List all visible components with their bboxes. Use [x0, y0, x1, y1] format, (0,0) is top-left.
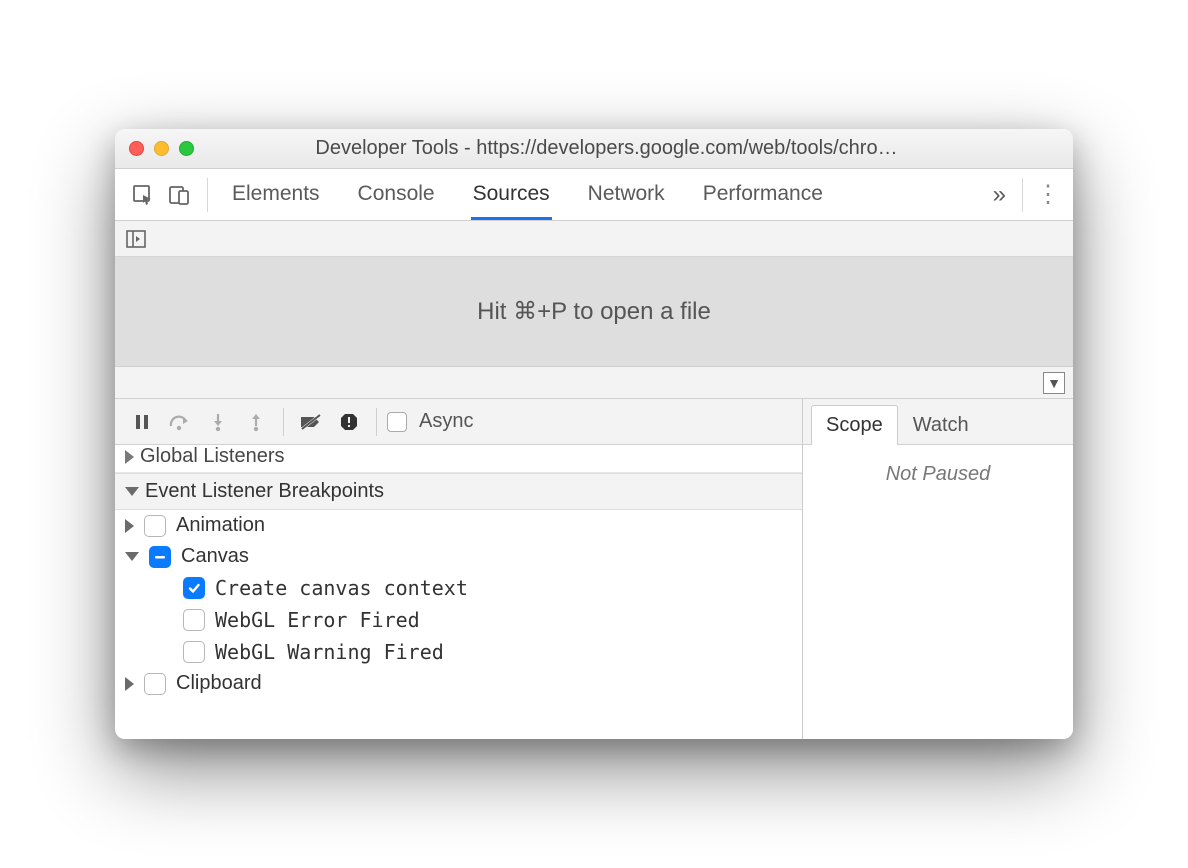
section-label: Event Listener Breakpoints: [145, 480, 384, 503]
tab-elements[interactable]: Elements: [230, 170, 322, 220]
disclosure-down-icon: [125, 552, 139, 561]
expand-drawer-icon[interactable]: ▼: [1043, 372, 1065, 394]
disclosure-right-icon: [125, 450, 134, 464]
right-tabs: Scope Watch: [803, 399, 1073, 445]
event-label: Create canvas context: [215, 576, 468, 600]
hint-text: Hit ⌘+P to open a file: [477, 297, 711, 326]
close-window-button[interactable]: [129, 141, 144, 156]
event-create-canvas-context[interactable]: Create canvas context: [143, 572, 802, 604]
separator: [283, 408, 284, 436]
category-animation[interactable]: Animation: [115, 510, 802, 541]
checkbox-checked[interactable]: [183, 577, 205, 599]
tab-scope[interactable]: Scope: [811, 405, 898, 445]
checkbox-indeterminate[interactable]: [149, 546, 171, 568]
tab-sources[interactable]: Sources: [471, 170, 552, 220]
disclosure-down-icon: [125, 487, 139, 496]
section-event-listener-breakpoints[interactable]: Event Listener Breakpoints: [115, 473, 802, 510]
category-label: Animation: [176, 514, 265, 537]
event-label: WebGL Warning Fired: [215, 640, 444, 664]
category-canvas[interactable]: Canvas: [115, 541, 802, 572]
canvas-children: Create canvas context WebGL Error Fired …: [115, 572, 802, 668]
section-label: Global Listeners: [140, 445, 285, 468]
window-title: Developer Tools - https://developers.goo…: [214, 137, 1059, 160]
minimize-window-button[interactable]: [154, 141, 169, 156]
open-file-hint: Hit ⌘+P to open a file: [115, 257, 1073, 367]
tab-network[interactable]: Network: [586, 170, 667, 220]
settings-menu-icon[interactable]: ⋮: [1033, 180, 1063, 209]
checkbox[interactable]: [144, 673, 166, 695]
zoom-window-button[interactable]: [179, 141, 194, 156]
separator: [376, 408, 377, 436]
category-label: Canvas: [181, 545, 249, 568]
category-label: Clipboard: [176, 672, 262, 695]
checkbox[interactable]: [183, 641, 205, 663]
tab-performance[interactable]: Performance: [701, 170, 825, 220]
show-navigator-icon[interactable]: [125, 228, 147, 250]
window-controls: [129, 141, 194, 156]
step-out-icon[interactable]: [239, 405, 273, 439]
step-over-icon[interactable]: [163, 405, 197, 439]
main-toolbar: Elements Console Sources Network Perform…: [115, 169, 1073, 221]
scope-body: Not Paused: [803, 445, 1073, 739]
debugger-right-pane: Scope Watch Not Paused: [803, 399, 1073, 739]
pause-on-exceptions-icon[interactable]: [332, 405, 366, 439]
async-checkbox[interactable]: [387, 412, 407, 432]
titlebar: Developer Tools - https://developers.goo…: [115, 129, 1073, 169]
event-label: WebGL Error Fired: [215, 608, 420, 632]
disclosure-right-icon: [125, 677, 134, 691]
deactivate-breakpoints-icon[interactable]: [294, 405, 328, 439]
breakpoints-tree: Global Listeners Event Listener Breakpoi…: [115, 445, 802, 739]
devtools-window: Developer Tools - https://developers.goo…: [115, 129, 1073, 739]
separator: [1022, 178, 1023, 212]
toggle-device-toolbar-icon[interactable]: [161, 177, 197, 213]
tab-watch[interactable]: Watch: [898, 405, 984, 445]
tab-console[interactable]: Console: [356, 170, 437, 220]
not-paused-message: Not Paused: [886, 463, 991, 486]
pause-script-icon[interactable]: [125, 405, 159, 439]
debugger-panes: Async Global Listeners Event Listener Br…: [115, 399, 1073, 739]
step-into-icon[interactable]: [201, 405, 235, 439]
checkbox[interactable]: [183, 609, 205, 631]
category-clipboard[interactable]: Clipboard: [115, 668, 802, 699]
separator: [207, 178, 208, 212]
sources-navigator-toolbar: [115, 221, 1073, 257]
debugger-toolbar: Async: [115, 399, 802, 445]
checkbox[interactable]: [144, 515, 166, 537]
debugger-left-pane: Async Global Listeners Event Listener Br…: [115, 399, 803, 739]
section-global-listeners[interactable]: Global Listeners: [115, 445, 802, 473]
async-label: Async: [419, 410, 473, 433]
event-webgl-warning-fired[interactable]: WebGL Warning Fired: [143, 636, 802, 668]
event-webgl-error-fired[interactable]: WebGL Error Fired: [143, 604, 802, 636]
more-tabs-icon[interactable]: »: [987, 181, 1012, 209]
disclosure-right-icon: [125, 519, 134, 533]
inspect-element-icon[interactable]: [125, 177, 161, 213]
drawer-toggle-bar: ▼: [115, 367, 1073, 399]
panel-tabs: Elements Console Sources Network Perform…: [230, 170, 987, 220]
